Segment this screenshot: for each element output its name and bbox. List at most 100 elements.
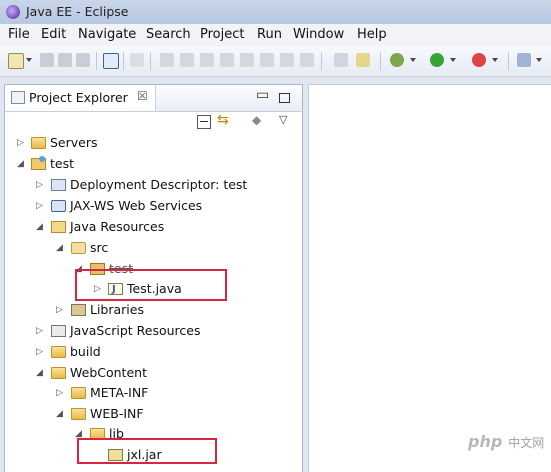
- folder-icon: [71, 387, 86, 399]
- tasks-icon[interactable]: [334, 53, 348, 67]
- web-services-icon: [51, 200, 66, 212]
- run-external-icon[interactable]: [472, 53, 486, 67]
- menu-project[interactable]: Project: [200, 27, 244, 42]
- maximize-icon[interactable]: [279, 93, 290, 103]
- new-dropdown-icon[interactable]: [26, 58, 32, 62]
- project-explorer: Project Explorer ☒ ▭ ▷ Servers ◢ test ▷ …: [4, 84, 303, 472]
- collapse-icon[interactable]: ◢: [56, 238, 66, 258]
- menu-navigate[interactable]: Navigate: [78, 27, 136, 42]
- tree-item-label: WEB-INF: [90, 406, 144, 421]
- new-icon[interactable]: [8, 53, 24, 69]
- tree-item-javascript-resources[interactable]: ▷ JavaScript Resources: [5, 321, 301, 341]
- terminal-icon[interactable]: [103, 53, 119, 69]
- minimize-icon[interactable]: ▭: [256, 87, 269, 103]
- step-into-icon[interactable]: [240, 53, 254, 67]
- debug-icon[interactable]: [390, 53, 404, 67]
- tree-item-label: META-INF: [90, 385, 149, 400]
- deployment-descriptor-icon: [51, 179, 66, 191]
- expand-icon[interactable]: ▷: [56, 383, 66, 403]
- run-external-dropdown-icon[interactable]: [492, 58, 498, 62]
- tab-label: Project Explorer: [29, 90, 128, 105]
- save-all-icon[interactable]: [58, 53, 72, 67]
- step-over-icon[interactable]: [260, 53, 274, 67]
- project-explorer-icon: [11, 91, 25, 104]
- link-with-editor-icon[interactable]: [217, 112, 231, 129]
- expand-icon[interactable]: ▷: [36, 175, 46, 195]
- expand-icon[interactable]: ▷: [36, 321, 46, 341]
- menu-run[interactable]: Run: [257, 27, 282, 42]
- expand-icon[interactable]: ▷: [36, 196, 46, 216]
- collapse-all-icon[interactable]: [197, 115, 211, 129]
- view-menu-icon[interactable]: [279, 113, 293, 129]
- tree-item-servers[interactable]: ▷ Servers: [5, 133, 301, 153]
- expand-icon[interactable]: ▷: [17, 133, 27, 153]
- tree-item-label: Deployment Descriptor: test: [70, 177, 248, 192]
- toolbar-separator: [150, 52, 151, 70]
- disconnect-icon[interactable]: [220, 53, 234, 67]
- run-icon[interactable]: [430, 53, 444, 67]
- toolbar-separator: [123, 52, 124, 70]
- tree-item-webcontent[interactable]: ◢ WebContent: [5, 363, 301, 383]
- tree-item-src[interactable]: ◢ src: [5, 238, 301, 258]
- editor-area[interactable]: [308, 84, 551, 472]
- project-icon: [31, 156, 46, 170]
- tree-item-label: build: [70, 344, 101, 359]
- collapse-icon[interactable]: ◢: [17, 154, 27, 174]
- highlight-box-jxl-jar: [77, 438, 217, 464]
- collapse-icon[interactable]: ◢: [56, 404, 66, 424]
- eclipse-icon: [6, 5, 20, 19]
- folder-icon: [31, 137, 46, 149]
- window-title: Java EE - Eclipse: [26, 4, 129, 19]
- folder-icon: [51, 346, 66, 358]
- title-bar: Java EE - Eclipse: [0, 0, 551, 25]
- main-toolbar: [0, 46, 551, 77]
- folder-icon: [71, 408, 86, 420]
- tree-item-build[interactable]: ▷ build: [5, 342, 301, 362]
- run-dropdown-icon[interactable]: [450, 58, 456, 62]
- tree-item-deployment-descriptor[interactable]: ▷ Deployment Descriptor: test: [5, 175, 301, 195]
- menu-window[interactable]: Window: [293, 27, 344, 42]
- explorer-tab-bar: Project Explorer ☒ ▭: [5, 85, 302, 112]
- search-tool-icon[interactable]: [517, 53, 531, 67]
- tree-item-label: Servers: [50, 135, 98, 150]
- highlight-box-test-java: [75, 269, 227, 301]
- menu-bar: File Edit Navigate Search Project Run Wi…: [0, 24, 551, 47]
- drop-to-frame-icon[interactable]: [300, 53, 314, 67]
- tree-item-libraries[interactable]: ▷ Libraries: [5, 300, 301, 320]
- collapse-icon[interactable]: ◢: [36, 217, 46, 237]
- libraries-icon: [71, 304, 86, 316]
- search-tool-dropdown-icon[interactable]: [536, 58, 542, 62]
- focus-icon[interactable]: [251, 113, 265, 129]
- tree-item-web-inf[interactable]: ◢ WEB-INF: [5, 404, 301, 424]
- tree-item-meta-inf[interactable]: ▷ META-INF: [5, 383, 301, 403]
- toolbar-separator: [508, 52, 509, 70]
- debug-dropdown-icon[interactable]: [410, 58, 416, 62]
- watermark: php 中文网: [468, 432, 544, 451]
- folder-icon: [51, 367, 66, 379]
- java-resources-icon: [51, 221, 66, 233]
- skip-breakpoints-icon[interactable]: [130, 53, 144, 67]
- tree-item-test-project[interactable]: ◢ test: [5, 154, 301, 174]
- resume-icon[interactable]: [160, 53, 174, 67]
- menu-help[interactable]: Help: [357, 27, 387, 42]
- tree-item-java-resources[interactable]: ◢ Java Resources: [5, 217, 301, 237]
- collapse-icon[interactable]: ◢: [36, 363, 46, 383]
- expand-icon[interactable]: ▷: [36, 342, 46, 362]
- expand-icon[interactable]: ▷: [56, 300, 66, 320]
- external-tools-icon[interactable]: [356, 53, 370, 67]
- tree-item-jax-ws[interactable]: ▷ JAX-WS Web Services: [5, 196, 301, 216]
- save-icon[interactable]: [40, 53, 54, 67]
- print-icon[interactable]: [76, 53, 90, 67]
- tree-item-label: Java Resources: [70, 219, 165, 234]
- toolbar-separator: [96, 52, 97, 70]
- watermark-text: 中文网: [508, 436, 545, 450]
- tab-project-explorer[interactable]: Project Explorer ☒: [5, 85, 156, 111]
- suspend-icon[interactable]: [180, 53, 194, 67]
- menu-edit[interactable]: Edit: [41, 27, 66, 42]
- close-icon[interactable]: ☒: [137, 89, 148, 103]
- tree-item-label: JAX-WS Web Services: [70, 198, 203, 213]
- terminate-icon[interactable]: [200, 53, 214, 67]
- menu-search[interactable]: Search: [146, 27, 191, 42]
- menu-file[interactable]: File: [8, 27, 30, 42]
- step-return-icon[interactable]: [280, 53, 294, 67]
